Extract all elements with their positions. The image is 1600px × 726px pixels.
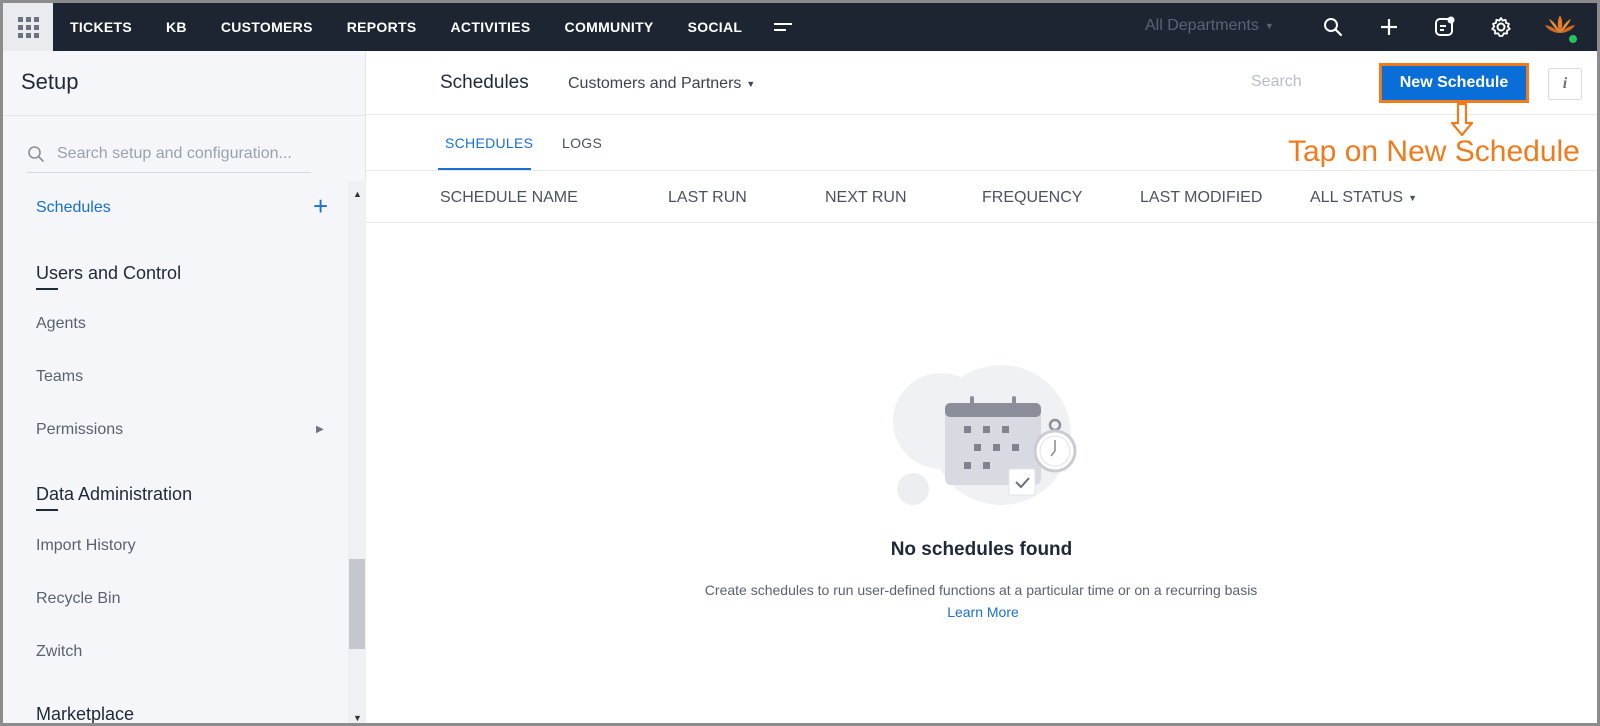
section-heading-data-administration: Data Administration [36, 484, 193, 511]
section-heading-marketplace: Marketplace [36, 704, 135, 724]
nav-reports[interactable]: REPORTS [330, 3, 434, 51]
caret-down-icon: ▼ [1264, 20, 1274, 31]
schedule-search-input[interactable] [1251, 73, 1351, 91]
tab-schedules[interactable]: SCHEDULES [445, 135, 533, 151]
sidebar-item-import-history[interactable]: Import History [36, 537, 136, 555]
sidebar-item-zwitch[interactable]: Zwitch [36, 643, 82, 661]
main-nav: TICKETS KB CUSTOMERS REPORTS ACTIVITIES … [53, 3, 803, 51]
search-icon[interactable] [1321, 15, 1345, 39]
nav-community[interactable]: COMMUNITY [548, 3, 671, 51]
section-heading-label: Data Administration [36, 484, 193, 504]
annotation-text: Tap on New Schedule [1288, 135, 1580, 168]
avatar[interactable] [1543, 11, 1579, 45]
info-icon[interactable]: i [1548, 68, 1582, 100]
sidebar-menu: Schedules + Users and Control Agents Tea… [3, 181, 348, 724]
sidebar-scrollbar[interactable]: ▲ ▼ [348, 181, 366, 723]
empty-state-description: Create schedules to run user-defined fun… [703, 579, 1263, 623]
calendar-clock-illustration-icon [893, 365, 1077, 505]
nav-customers[interactable]: CUSTOMERS [204, 3, 330, 51]
sidebar-title: Setup [21, 69, 79, 94]
column-header-last-modified[interactable]: LAST MODIFIED [1140, 189, 1262, 207]
caret-down-icon: ▼ [746, 78, 756, 89]
column-header-last-run[interactable]: LAST RUN [668, 189, 747, 207]
page-title: Schedules [440, 72, 529, 93]
chevron-right-icon[interactable]: ▶ [316, 424, 324, 435]
sidebar-item-schedules[interactable]: Schedules [36, 199, 111, 217]
nav-social[interactable]: SOCIAL [671, 3, 760, 51]
column-header-frequency[interactable]: FREQUENCY [982, 189, 1082, 207]
caret-down-icon: ▼ [1408, 192, 1417, 203]
active-tab-indicator [438, 168, 531, 170]
column-header-next-run[interactable]: NEXT RUN [825, 189, 907, 207]
search-icon [28, 145, 44, 162]
status-filter-label: ALL STATUS [1310, 189, 1404, 206]
heading-underline [36, 509, 58, 511]
add-schedule-plus-icon[interactable]: + [313, 193, 328, 219]
sidebar-item-recycle-bin[interactable]: Recycle Bin [36, 590, 120, 608]
gear-icon[interactable] [1489, 15, 1513, 39]
chat-icon[interactable] [1433, 15, 1457, 39]
new-schedule-button[interactable]: New Schedule [1382, 66, 1526, 100]
scroll-up-arrow-icon[interactable]: ▲ [353, 189, 362, 199]
sidebar-search [27, 135, 311, 173]
more-menu-icon[interactable] [763, 3, 803, 51]
top-navigation-bar: TICKETS KB CUSTOMERS REPORTS ACTIVITIES … [3, 3, 1597, 51]
scroll-down-arrow-icon[interactable]: ▼ [353, 713, 362, 723]
heading-underline [36, 288, 58, 290]
online-status-dot [1567, 33, 1579, 45]
sidebar-item-teams[interactable]: Teams [36, 368, 83, 386]
section-heading-label: Users and Control [36, 263, 182, 283]
divider [3, 115, 366, 116]
sidebar-search-input[interactable] [57, 144, 307, 163]
scrollbar-thumb[interactable] [349, 559, 365, 649]
sidebar-item-agents[interactable]: Agents [36, 315, 86, 333]
section-heading-users-and-control: Users and Control [36, 263, 182, 290]
learn-more-link[interactable]: Learn More [947, 604, 1019, 620]
empty-state-text: Create schedules to run user-defined fun… [704, 582, 1258, 598]
sidebar-item-permissions[interactable]: Permissions [36, 421, 123, 439]
nav-tickets[interactable]: TICKETS [53, 3, 149, 51]
annotation-arrow-icon [1450, 103, 1474, 137]
nav-activities[interactable]: ACTIVITIES [434, 3, 548, 51]
app-window: TICKETS KB CUSTOMERS REPORTS ACTIVITIES … [0, 0, 1600, 726]
department-filter-dropdown[interactable]: Customers and Partners ▼ [568, 75, 755, 93]
setup-sidebar: Setup Schedules + Users and Control Agen… [3, 51, 366, 724]
status-filter-dropdown[interactable]: ALL STATUS ▼ [1310, 189, 1417, 207]
department-selector[interactable]: All Departments ▼ [1145, 17, 1274, 35]
nav-kb[interactable]: KB [149, 3, 204, 51]
department-filter-label: Customers and Partners [568, 75, 742, 92]
schedules-header: Schedules Customers and Partners ▼ New Sc… [366, 51, 1597, 115]
empty-state-title: No schedules found [890, 539, 1073, 560]
department-selector-label: All Departments [1145, 17, 1259, 34]
plus-icon[interactable] [1377, 15, 1401, 39]
column-header-schedule-name[interactable]: SCHEDULE NAME [440, 189, 578, 207]
tab-logs[interactable]: LOGS [562, 135, 602, 151]
annotation-highlight-box: New Schedule [1379, 63, 1529, 103]
table-header: SCHEDULE NAME LAST RUN NEXT RUN FREQUENC… [366, 171, 1597, 223]
apps-grid-icon[interactable] [3, 3, 53, 51]
